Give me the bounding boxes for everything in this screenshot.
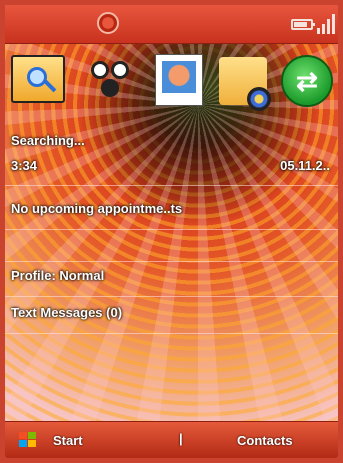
softkey-bar: Start | Contacts (5, 421, 338, 458)
windows-flag-icon[interactable] (19, 432, 37, 448)
divider (5, 261, 338, 262)
clock-time: 3:34 (11, 158, 38, 173)
softkey-separator: | (179, 431, 183, 446)
signal-icon (317, 14, 335, 34)
searching-status: Searching... (11, 133, 85, 148)
divider (5, 185, 338, 186)
start-softkey[interactable]: Start (53, 433, 83, 448)
divider (5, 296, 338, 297)
pictures-icon[interactable] (156, 55, 202, 105)
battery-icon (291, 19, 315, 30)
contacts-softkey[interactable]: Contacts (237, 433, 293, 448)
clock-date: 05.11.2.. (280, 158, 330, 173)
media-player-icon[interactable] (79, 57, 139, 101)
activesync-icon[interactable]: ⇄ (281, 55, 333, 107)
phone-screen: ⇄ Searching... 3:34 05.11.2.. No upcomin… (5, 5, 338, 458)
text-messages-item[interactable]: Text Messages (0) (11, 305, 338, 320)
appointments-item[interactable]: No upcoming appointme..ts (11, 201, 338, 216)
profile-item[interactable]: Profile: Normal (11, 268, 338, 283)
status-bar (5, 5, 338, 44)
file-search-icon[interactable] (11, 55, 65, 103)
divider (5, 333, 338, 334)
windows-logo-icon[interactable] (97, 12, 119, 34)
divider (5, 229, 338, 230)
settings-icon[interactable] (219, 57, 271, 111)
